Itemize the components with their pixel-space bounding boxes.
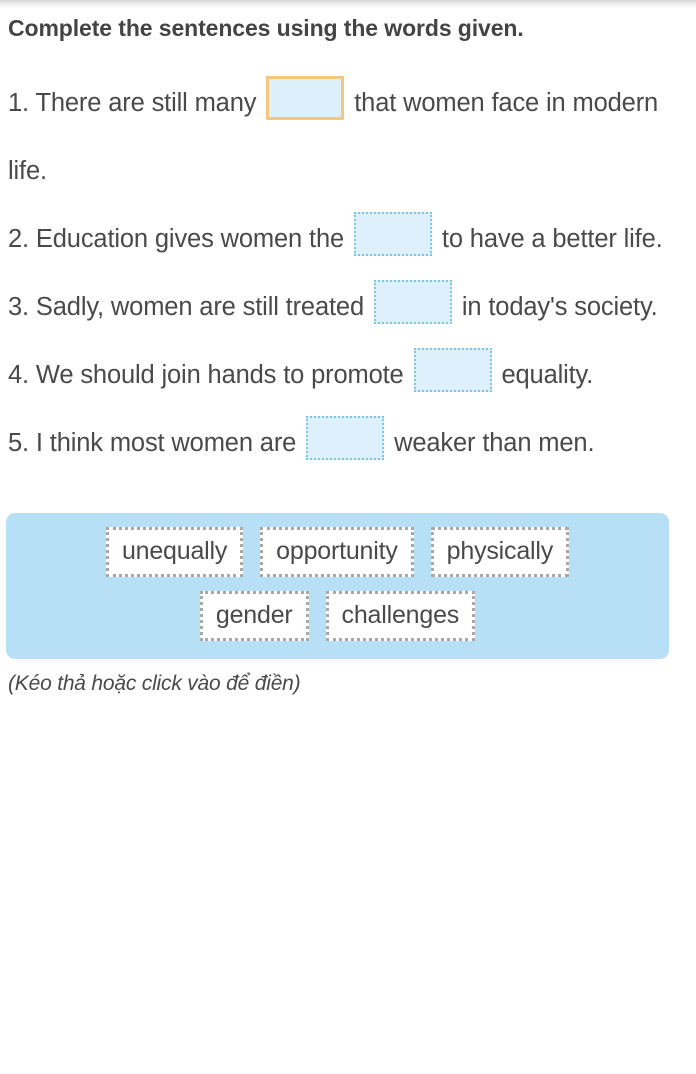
sentence-item-4: 4. We should join hands to promote equal… bbox=[8, 341, 688, 409]
sentence-list: 1. There are still many that women face … bbox=[8, 69, 688, 477]
word-bank: unequally opportunity physically gender … bbox=[6, 512, 669, 659]
sentence-item-3: 3. Sadly, women are still treated in tod… bbox=[8, 273, 688, 341]
blank-input-1[interactable] bbox=[266, 75, 345, 120]
sentence-5-text-before: 5. I think most women are bbox=[8, 428, 297, 457]
blank-input-5[interactable] bbox=[306, 415, 385, 460]
page-title: Complete the sentences using the words g… bbox=[8, 15, 524, 41]
sentence-1-text-before: 1. There are still many bbox=[8, 88, 257, 117]
blank-input-3[interactable] bbox=[373, 279, 452, 324]
sentence-3-text-after: in today's society. bbox=[461, 292, 658, 321]
sentence-4-text-before: 4. We should join hands to promote bbox=[8, 360, 404, 389]
sentence-5-text-after: weaker than men. bbox=[394, 428, 595, 457]
word-chip-physically[interactable]: physically bbox=[430, 526, 570, 577]
blank-input-2[interactable] bbox=[353, 211, 432, 256]
sentence-item-2: 2. Education gives women the to have a b… bbox=[8, 205, 688, 273]
word-bank-row-1: unequally opportunity physically bbox=[16, 526, 659, 577]
sentence-4-text-after: equality. bbox=[501, 360, 594, 389]
sentence-2-text-after: to have a better life. bbox=[441, 224, 663, 253]
word-chip-opportunity[interactable]: opportunity bbox=[260, 526, 414, 577]
sentence-item-5: 5. I think most women are weaker than me… bbox=[8, 409, 688, 477]
word-chip-gender[interactable]: gender bbox=[199, 590, 309, 641]
blank-input-4[interactable] bbox=[413, 347, 492, 392]
word-bank-row-2: gender challenges bbox=[16, 590, 659, 641]
sentence-2-text-before: 2. Education gives women the bbox=[8, 224, 345, 253]
instruction-hint: (Kéo thả hoặc click vào để điền) bbox=[8, 671, 301, 695]
sentence-item-1: 1. There are still many that women face … bbox=[8, 69, 688, 205]
sentence-3-text-before: 3. Sadly, women are still treated bbox=[8, 292, 364, 321]
word-chip-challenges[interactable]: challenges bbox=[325, 590, 476, 641]
exercise-page: Complete the sentences using the words g… bbox=[0, 0, 696, 696]
word-chip-unequally[interactable]: unequally bbox=[105, 526, 244, 577]
